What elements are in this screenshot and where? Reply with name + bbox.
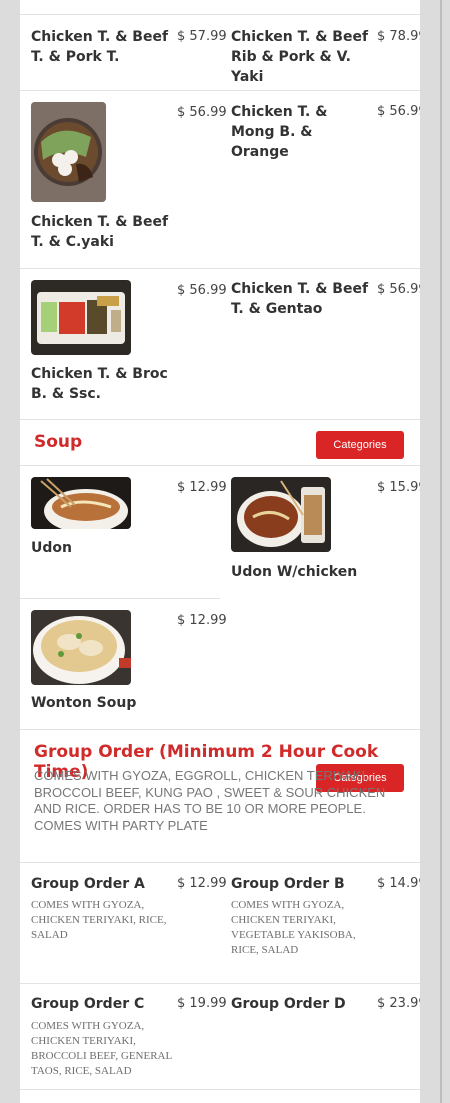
categories-button[interactable]: Categories <box>316 431 404 459</box>
item-name: Group Order D <box>231 996 346 1012</box>
dish-image <box>31 610 131 685</box>
dish-image <box>31 477 131 529</box>
item-price: $ 56.99 <box>377 104 420 119</box>
menu-item[interactable]: Group Order D $ 23.99 <box>220 984 420 1090</box>
item-description: Comes with Gyoza, Chicken Teriyaki, Vege… <box>231 899 356 956</box>
item-name: Chicken T. & Broc B. & Ssc. <box>31 366 168 402</box>
dish-image <box>31 102 106 202</box>
menu-page: Chicken T. & Beef T. & Pork T. $ 57.99 C… <box>20 0 420 1103</box>
item-name: Chicken T. & Beef T. & Gentao <box>231 281 369 317</box>
item-price: $ 14.99 <box>377 876 420 891</box>
item-name: Group Order A <box>31 876 145 892</box>
item-price: $ 15.99 <box>377 480 420 495</box>
section-description: Comes with Gyoza, Eggroll, Chicken Teriy… <box>34 768 386 833</box>
item-name: Wonton Soup <box>31 695 137 711</box>
item-name: Group Order C <box>31 996 145 1012</box>
menu-item[interactable]: Group Order C $ 19.99 Comes with Gyoza, … <box>20 984 227 1090</box>
menu-item[interactable]: Chicken T. & Mong B. & Orange $ 56.99 <box>220 91 420 268</box>
item-price: $ 23.99 <box>377 996 420 1011</box>
item-description: Comes with Gyoza, Chicken Teriyaki, Rice… <box>31 899 167 941</box>
item-name: Udon <box>31 540 72 556</box>
menu-item[interactable]: $ 12.99 Udon <box>20 466 227 598</box>
menu-item[interactable]: $ 15.99 Udon W/chicken <box>220 466 420 598</box>
item-name: Chicken T. & Beef Rib & Pork & V. Yaki <box>231 29 369 85</box>
divider <box>20 1089 420 1090</box>
item-name: Chicken T. & Beef T. & Pork T. <box>31 29 169 65</box>
menu-item[interactable]: Group Order A $ 12.99 Comes with Gyoza, … <box>20 863 227 983</box>
scroll-edge <box>440 0 442 1103</box>
divider <box>20 729 420 730</box>
item-price: $ 12.99 <box>177 613 227 628</box>
menu-item[interactable]: $ 12.99 Wonton Soup <box>20 599 227 729</box>
menu-item[interactable]: Chicken T. & Beef T. & Gentao $ 56.99 <box>220 269 420 419</box>
section-title: Soup <box>34 432 83 452</box>
item-name: Chicken T. & Beef T. & C.yaki <box>31 214 169 250</box>
item-name: Chicken T. & Mong B. & Orange <box>231 104 328 160</box>
dish-image <box>31 280 131 355</box>
menu-item[interactable]: $ 56.99 Chicken T. & Beef T. & C.yaki <box>20 91 227 268</box>
menu-item[interactable]: $ 56.99 Chicken T. & Broc B. & Ssc. <box>20 269 227 419</box>
divider <box>20 419 420 420</box>
item-price: $ 78.99 <box>377 29 420 44</box>
item-price: $ 56.99 <box>377 282 420 297</box>
item-name: Group Order B <box>231 876 345 892</box>
menu-item[interactable]: Group Order B $ 14.99 Comes with Gyoza, … <box>220 863 420 983</box>
dish-image <box>231 477 331 552</box>
item-description: Comes with Gyoza, Chicken Teriyaki, Broc… <box>31 1020 172 1077</box>
menu-item[interactable]: Chicken T. & Beef T. & Pork T. $ 57.99 <box>20 15 227 90</box>
menu-item[interactable]: Chicken T. & Beef Rib & Pork & V. Yaki $… <box>220 15 420 90</box>
item-name: Udon W/chicken <box>231 564 358 580</box>
